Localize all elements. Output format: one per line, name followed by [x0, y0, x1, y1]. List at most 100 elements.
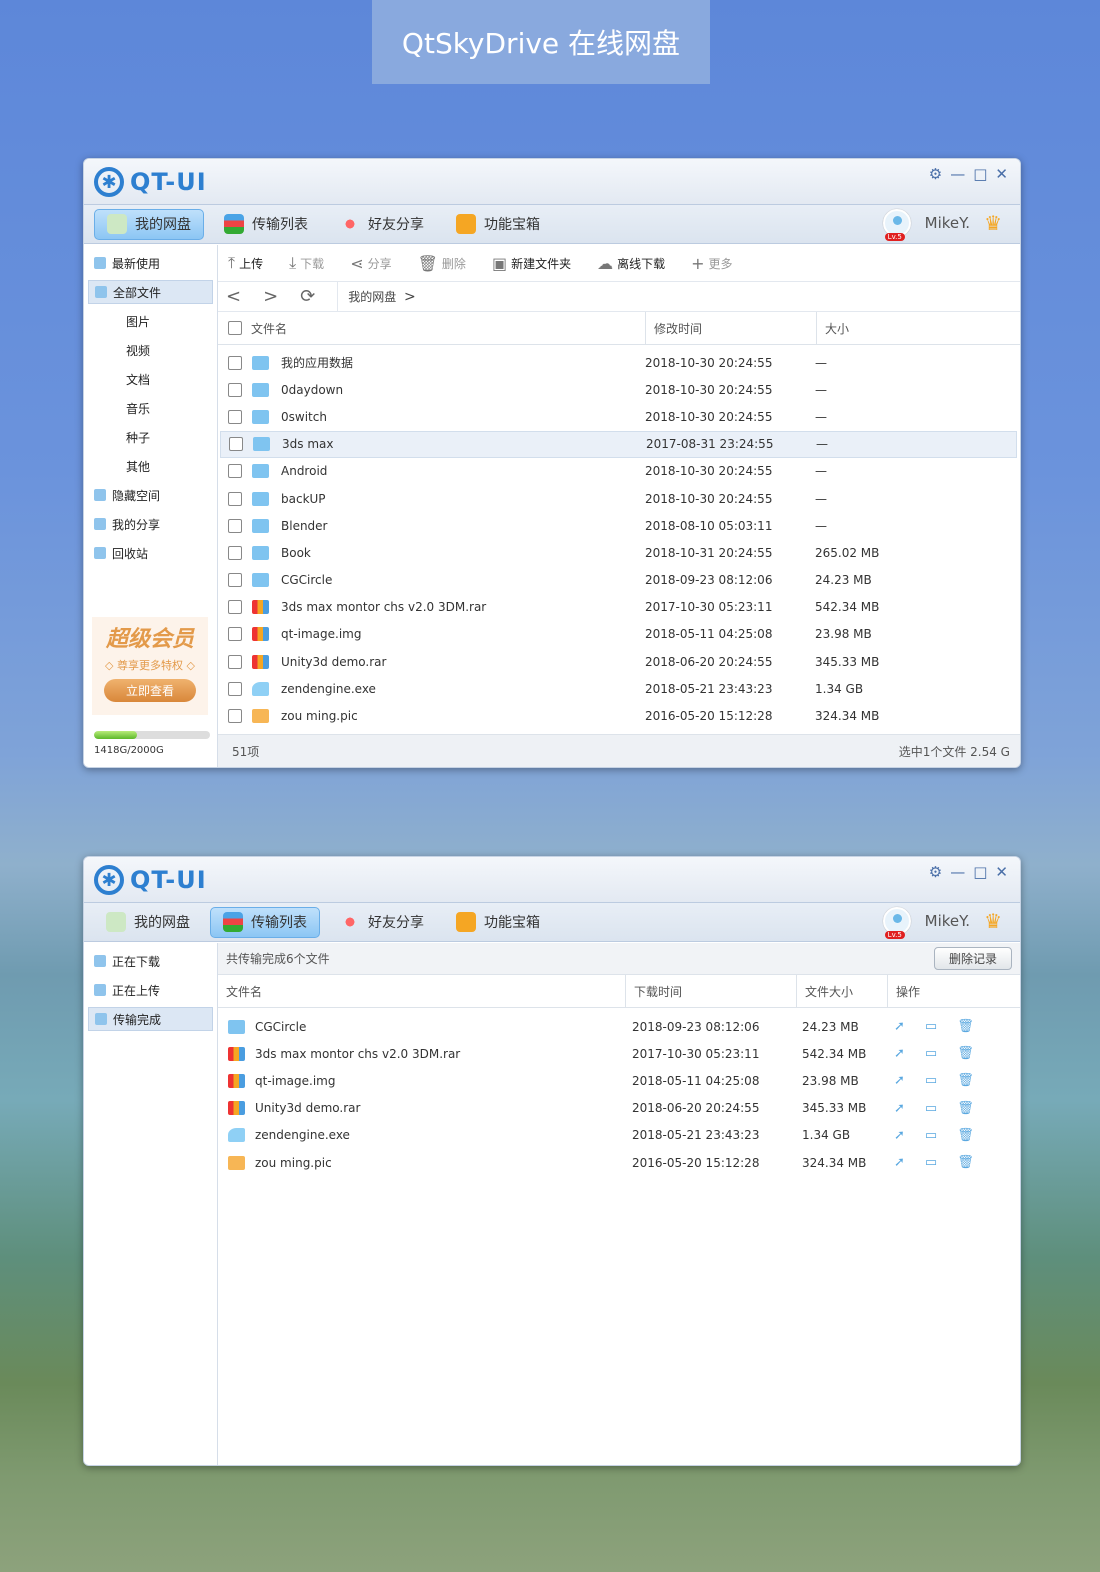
open-folder-icon[interactable]: ▭: [925, 1101, 937, 1116]
sidebar-item[interactable]: 传输完成: [88, 1007, 213, 1031]
file-name[interactable]: Unity3d demo.rar: [255, 1101, 632, 1115]
view-now-button[interactable]: 立即查看: [103, 679, 196, 702]
username[interactable]: MikeY.: [925, 912, 970, 930]
file-name[interactable]: zou ming.pic: [281, 709, 645, 723]
nav-tab-friend-share[interactable]: 好友分享: [328, 907, 436, 938]
row-checkbox[interactable]: [228, 464, 242, 479]
toolbar-button[interactable]: ⋖ 分享: [350, 254, 391, 273]
sidebar-item[interactable]: 正在下载: [88, 949, 213, 973]
sidebar-item[interactable]: 正在上传: [88, 978, 213, 1002]
user-area[interactable]: Lv.5 MikeY. ♛: [882, 209, 1002, 241]
file-row[interactable]: 我的应用数据 2018-10-30 20:24:55 —: [220, 349, 1017, 376]
transfer-row[interactable]: qt-image.img 2018-05-11 04:25:08 23.98 MB ➚…: [218, 1067, 1020, 1094]
nav-tab-friend-share[interactable]: 好友分享: [328, 209, 436, 240]
nav-tab-my-drive[interactable]: 我的网盘: [94, 208, 204, 240]
row-checkbox[interactable]: [228, 600, 242, 615]
trash-icon[interactable]: 🗑: [957, 1155, 974, 1170]
back-button[interactable]: <: [226, 286, 241, 307]
maximize-button[interactable]: □: [973, 165, 987, 183]
row-checkbox[interactable]: [228, 545, 242, 560]
open-folder-icon[interactable]: ▭: [925, 1073, 937, 1088]
close-button[interactable]: ✕: [995, 165, 1008, 183]
username[interactable]: MikeY.: [925, 214, 970, 232]
file-row[interactable]: 0switch 2018-10-30 20:24:55 —: [220, 403, 1017, 430]
file-row[interactable]: zou ming.pic 2016-05-20 15:12:28 324.34 MB: [220, 702, 1017, 729]
sidebar-item[interactable]: 图片: [88, 309, 213, 333]
file-row[interactable]: backUP 2018-10-30 20:24:55 —: [220, 485, 1017, 512]
column-header-name[interactable]: 文件名: [218, 975, 626, 1007]
nav-tab-toolbox[interactable]: 功能宝箱: [444, 209, 552, 240]
file-row[interactable]: Blender 2018-08-10 05:03:11 —: [220, 512, 1017, 539]
nav-tab-transfer-list[interactable]: 传输列表: [212, 209, 320, 240]
file-row[interactable]: Unity3d demo.rar 2018-06-20 20:24:55 345.3…: [220, 648, 1017, 675]
crown-icon[interactable]: ♛: [984, 909, 1002, 933]
open-icon[interactable]: ➚: [894, 1073, 905, 1088]
transfer-row[interactable]: CGCircle 2018-09-23 08:12:06 24.23 MB ➚ ▭ 🗑: [218, 1013, 1020, 1040]
trash-icon[interactable]: 🗑: [957, 1019, 974, 1034]
avatar[interactable]: Lv.5: [882, 209, 911, 241]
file-row[interactable]: qt-image.img 2018-05-11 04:25:08 23.98 MB: [220, 621, 1017, 648]
column-header-download-time[interactable]: 下载时间: [626, 975, 797, 1007]
sidebar-item[interactable]: 种子: [88, 425, 213, 449]
toolbar-button[interactable]: ▣ 新建文件夹: [492, 254, 571, 273]
minimize-button[interactable]: —: [950, 165, 965, 183]
refresh-button[interactable]: ⟳: [300, 286, 315, 307]
transfer-row[interactable]: zou ming.pic 2016-05-20 15:12:28 324.34 MB…: [218, 1149, 1020, 1176]
file-name[interactable]: qt-image.img: [281, 627, 645, 641]
file-row[interactable]: 3ds max montor chs v2.0 3DM.rar 2017-10-3…: [220, 594, 1017, 621]
avatar[interactable]: Lv.5: [882, 907, 911, 939]
vip-promo[interactable]: 超级会员 ◇ 尊享更多特权 ◇ 立即查看: [92, 617, 208, 715]
file-name[interactable]: 0daydown: [281, 383, 645, 397]
trash-icon[interactable]: 🗑: [957, 1073, 974, 1088]
trash-icon[interactable]: 🗑: [957, 1101, 974, 1116]
row-checkbox[interactable]: [228, 491, 242, 506]
row-checkbox[interactable]: [228, 573, 242, 588]
file-name[interactable]: zou ming.pic: [255, 1156, 632, 1170]
trash-icon[interactable]: 🗑: [957, 1046, 974, 1061]
row-checkbox[interactable]: [228, 382, 242, 397]
open-folder-icon[interactable]: ▭: [925, 1155, 937, 1170]
sidebar-item[interactable]: 文档: [88, 367, 213, 391]
open-icon[interactable]: ➚: [894, 1155, 905, 1170]
sidebar-item[interactable]: 全部文件: [88, 280, 213, 304]
file-name[interactable]: qt-image.img: [255, 1074, 632, 1088]
file-name[interactable]: 我的应用数据: [281, 354, 645, 371]
sidebar-item[interactable]: 视频: [88, 338, 213, 362]
open-folder-icon[interactable]: ▭: [925, 1128, 937, 1143]
column-header-modified[interactable]: 修改时间: [646, 312, 817, 344]
sidebar-item[interactable]: 隐藏空间: [88, 483, 213, 507]
forward-button[interactable]: >: [263, 286, 278, 307]
column-header-name[interactable]: 文件名: [251, 320, 287, 337]
file-row[interactable]: 0daydown 2018-10-30 20:24:55 —: [220, 376, 1017, 403]
row-checkbox[interactable]: [228, 681, 242, 696]
file-row[interactable]: Book 2018-10-31 20:24:55 265.02 MB: [220, 539, 1017, 566]
maximize-button[interactable]: □: [973, 863, 987, 881]
file-name[interactable]: 3ds max: [282, 437, 646, 451]
file-name[interactable]: CGCircle: [281, 573, 645, 587]
settings-icon[interactable]: ⚙: [929, 165, 942, 183]
file-name[interactable]: Android: [281, 464, 645, 478]
user-area[interactable]: Lv.5 MikeY. ♛: [882, 907, 1002, 939]
toolbar-button[interactable]: + 更多: [691, 254, 732, 273]
delete-records-button[interactable]: 删除记录: [933, 947, 1012, 970]
row-checkbox[interactable]: [229, 437, 243, 452]
sidebar-item[interactable]: 最新使用: [88, 251, 213, 275]
transfer-row[interactable]: 3ds max montor chs v2.0 3DM.rar 2017-10-3…: [218, 1040, 1020, 1067]
nav-tab-transfer-list[interactable]: 传输列表: [210, 906, 320, 938]
file-name[interactable]: Unity3d demo.rar: [281, 655, 645, 669]
file-row[interactable]: zendengine.exe 2018-05-21 23:43:23 1.34 GB: [220, 675, 1017, 702]
file-row[interactable]: Android 2018-10-30 20:24:55 —: [220, 458, 1017, 485]
open-icon[interactable]: ➚: [894, 1019, 905, 1034]
row-checkbox[interactable]: [228, 627, 242, 642]
crown-icon[interactable]: ♛: [984, 211, 1002, 235]
file-name[interactable]: 3ds max montor chs v2.0 3DM.rar: [281, 600, 645, 614]
row-checkbox[interactable]: [228, 518, 242, 533]
sidebar-item[interactable]: 音乐: [88, 396, 213, 420]
nav-tab-my-drive[interactable]: 我的网盘: [94, 907, 202, 938]
minimize-button[interactable]: —: [950, 863, 965, 881]
sidebar-item[interactable]: 我的分享: [88, 512, 213, 536]
file-name[interactable]: zendengine.exe: [255, 1128, 632, 1142]
toolbar-button[interactable]: ⤒ 上传: [228, 253, 263, 273]
toolbar-button[interactable]: ⤓ 下载: [289, 253, 324, 273]
column-header-size[interactable]: 大小: [817, 312, 849, 344]
